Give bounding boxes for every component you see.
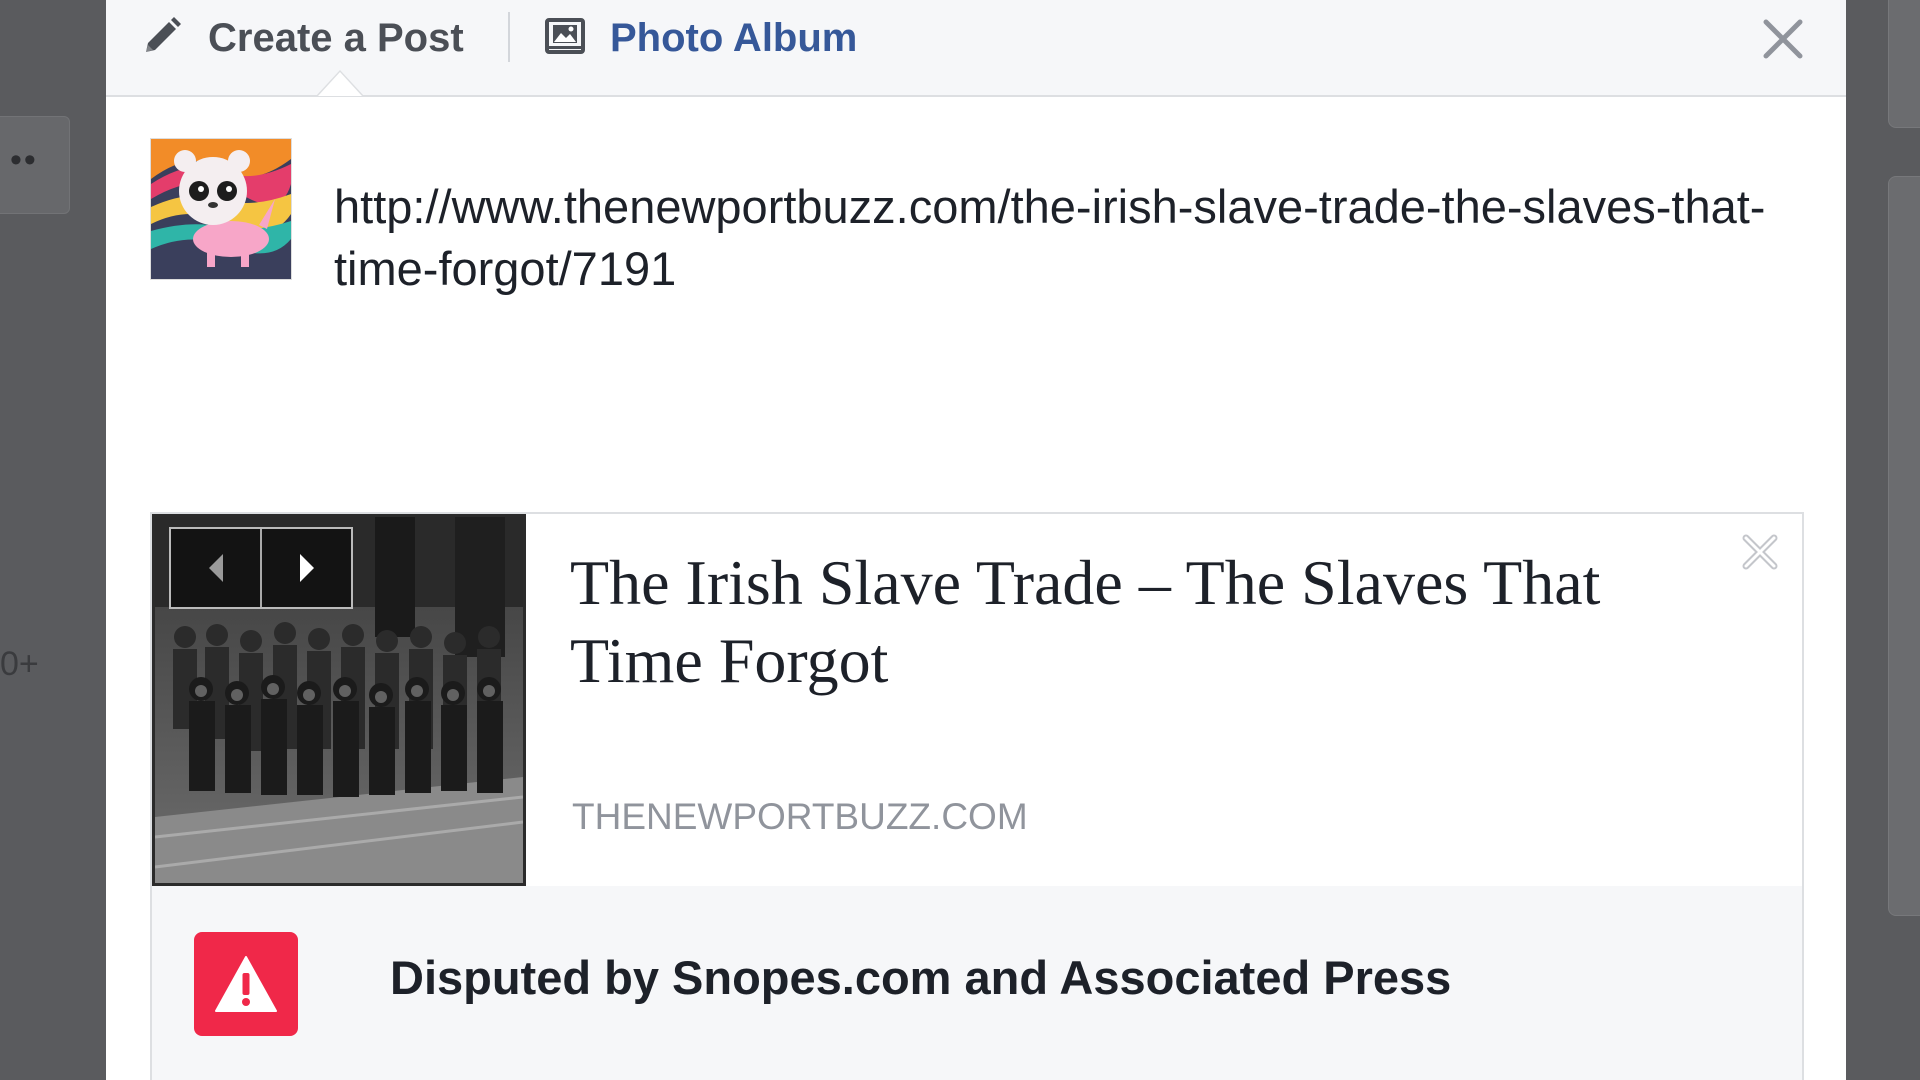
previous-thumbnail-button[interactable] <box>171 529 260 607</box>
disputed-warning-text: Disputed by Snopes.com and Associated Pr… <box>390 951 1452 1004</box>
pencil-icon <box>140 14 184 63</box>
warning-badge <box>194 932 298 1036</box>
link-preview-domain: THENEWPORTBUZZ.COM <box>572 796 1028 837</box>
create-post-dialog: Create a Post Photo Album http://www.the… <box>106 0 1846 1080</box>
more-options-icon: •• <box>10 141 38 179</box>
next-thumbnail-button[interactable] <box>260 529 351 607</box>
chevron-right-icon <box>299 554 314 582</box>
link-preview-card[interactable]: The Irish Slave Trade – The Slaves That … <box>150 512 1804 888</box>
tab-photo-album-label: Photo Album <box>610 15 858 60</box>
close-icon <box>1742 534 1778 570</box>
photo-album-icon <box>544 15 586 62</box>
link-preview-thumbnail <box>152 514 526 886</box>
background-count-text: 0+ <box>0 645 39 683</box>
tab-divider <box>508 12 510 62</box>
chevron-left-icon <box>208 554 223 582</box>
tab-create-post-label: Create a Post <box>208 15 464 60</box>
remove-preview-button[interactable] <box>1740 532 1780 572</box>
warning-icon <box>215 956 277 1012</box>
active-tab-pointer <box>318 72 362 96</box>
avatar[interactable] <box>150 138 292 280</box>
close-icon <box>1763 19 1803 59</box>
close-dialog-button[interactable] <box>1758 14 1808 64</box>
tab-photo-album[interactable]: Photo Album <box>544 10 857 66</box>
background-card-right <box>1888 176 1920 916</box>
thumbnail-carousel-controls <box>169 527 353 609</box>
post-text-input[interactable]: http://www.thenewportbuzz.com/the-irish-… <box>334 176 1774 300</box>
tab-create-post[interactable]: Create a Post <box>140 10 464 66</box>
dialog-header: Create a Post Photo Album <box>106 0 1846 97</box>
background-card-right-top <box>1888 0 1920 128</box>
link-preview-title[interactable]: The Irish Slave Trade – The Slaves That … <box>570 544 1730 700</box>
